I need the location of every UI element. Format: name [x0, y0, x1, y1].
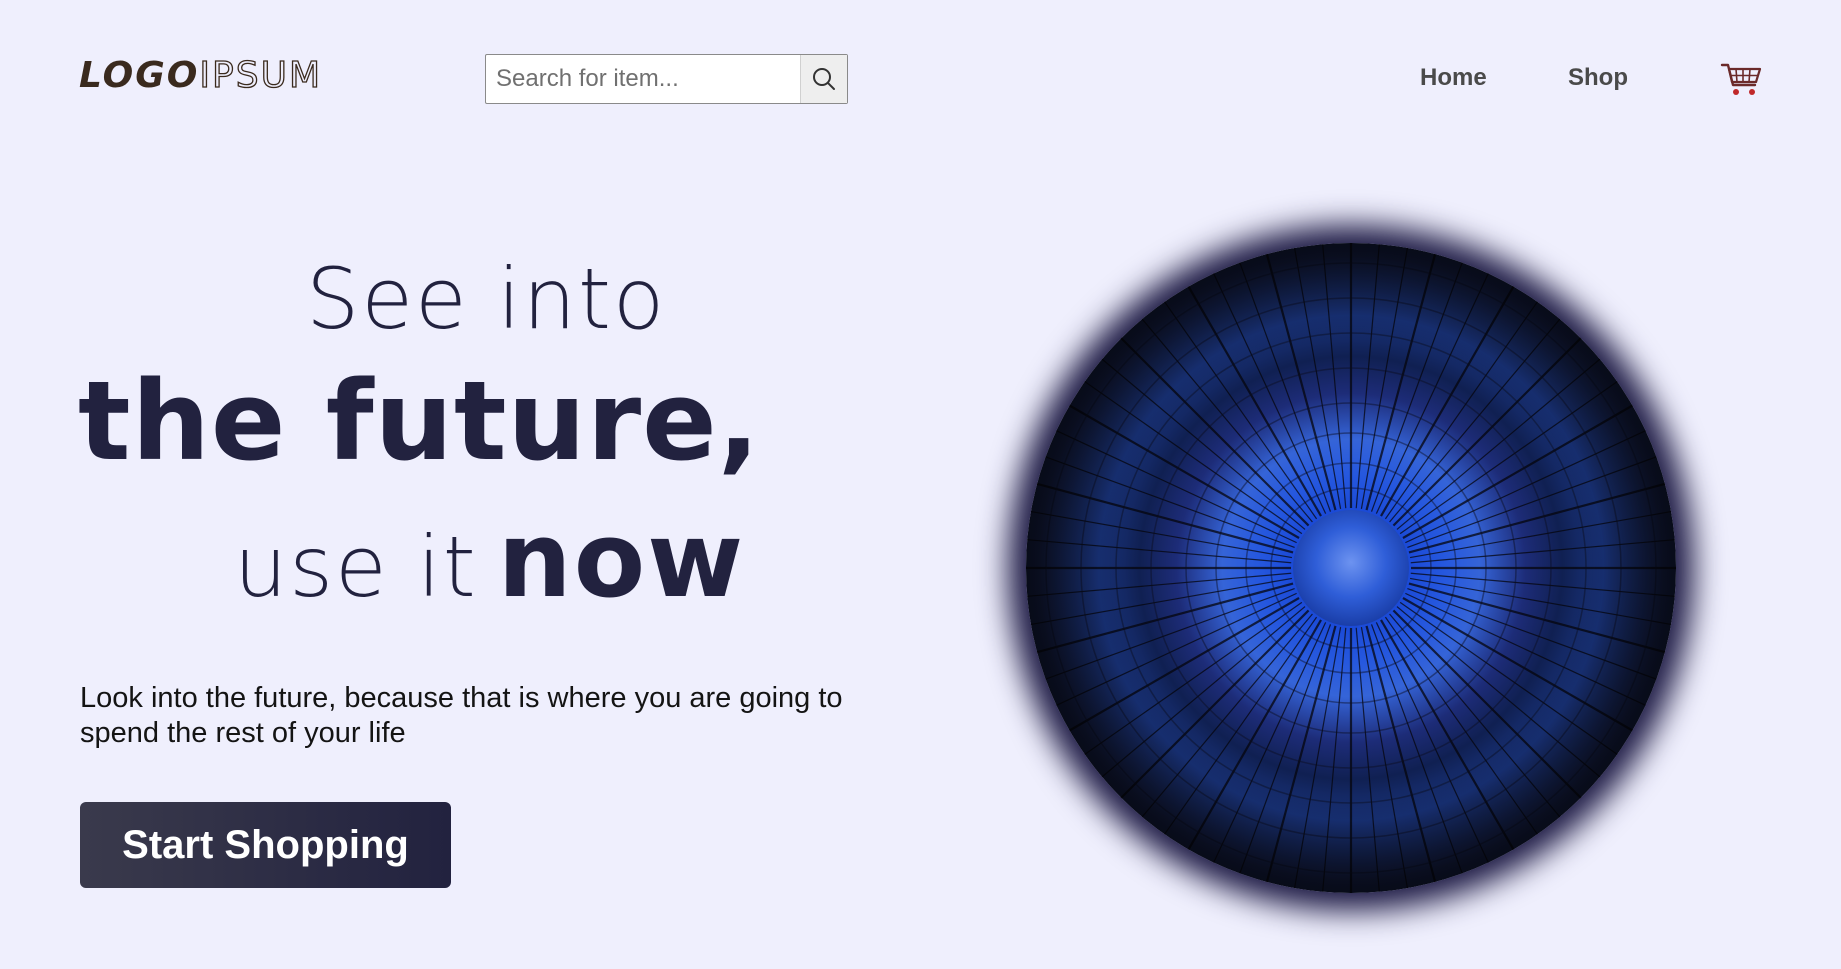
search-input[interactable] — [486, 55, 800, 103]
search-button[interactable] — [800, 55, 847, 103]
hero-heading-line-3-bold: now — [497, 499, 746, 621]
nav-shop-link[interactable]: Shop — [1568, 60, 1628, 96]
hero-heading-line-3: use it now — [234, 508, 745, 612]
futuristic-tunnel-orb-image — [1026, 243, 1676, 893]
hero-tagline: Look into the future, because that is wh… — [80, 682, 843, 749]
hero-heading-line-2: the future, — [78, 357, 761, 485]
orb-graphic — [1026, 243, 1676, 893]
logo-bold-text: LOGO — [79, 55, 200, 96]
cart-button[interactable] — [1720, 60, 1762, 98]
logo-outline-text: IPSUM — [199, 55, 323, 96]
hero-heading-line-3-light: use it — [234, 518, 478, 616]
shopping-cart-icon — [1720, 63, 1762, 95]
logo[interactable]: LOGO IPSUM — [79, 56, 322, 96]
nav-home-link[interactable]: Home — [1420, 60, 1487, 96]
search-bar — [485, 54, 848, 104]
start-shopping-button[interactable]: Start Shopping — [80, 802, 451, 888]
hero-heading-line-1: See into — [306, 250, 667, 348]
landing-page: LOGOIPSUM Home Shop See into the future,… — [0, 0, 1841, 969]
search-icon — [813, 68, 835, 90]
